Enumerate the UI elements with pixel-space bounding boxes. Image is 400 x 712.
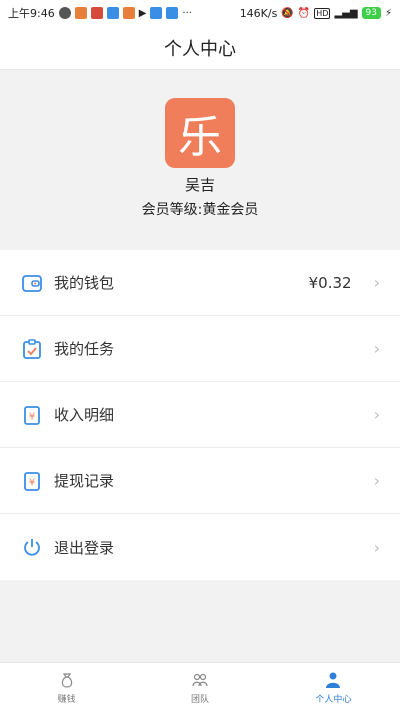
menu-label-wallet: 我的钱包 [54, 274, 115, 292]
status-bar: 上午9:46 ▶ ··· 146K/s 🔕 ⏰ HD ▂▄▆ 93 ⚡ [0, 0, 400, 26]
menu-item-income[interactable]: ¥ 收入明细 › [0, 382, 400, 448]
chevron-right-icon: › [373, 273, 380, 292]
menu-item-wallet[interactable]: 我的钱包 ¥0.32 › [0, 250, 400, 316]
bottom-tab-bar: 赚钱 团队 个人中心 [0, 662, 400, 712]
signal-icon: ▂▄▆ [334, 7, 358, 19]
username: 吴吉 [184, 176, 215, 194]
tab-earn[interactable]: 赚钱 [0, 663, 133, 712]
menu-item-withdrawals[interactable]: ¥ 提现记录 › [0, 448, 400, 514]
menu-item-logout[interactable]: 退出登录 › [0, 514, 400, 580]
battery-icon: 93 [361, 7, 381, 19]
more-dots-icon: ··· [182, 7, 192, 19]
tab-profile[interactable]: 个人中心 [267, 663, 400, 712]
tab-label-earn: 赚钱 [57, 695, 76, 705]
clipboard-check-icon [20, 337, 44, 361]
menu-label-tasks: 我的任务 [54, 340, 115, 358]
avatar[interactable]: 乐 [165, 98, 235, 168]
app-notification-icon [150, 7, 163, 19]
menu-label-income: 收入明细 [54, 406, 115, 424]
svg-text:¥: ¥ [29, 411, 35, 422]
member-level: 会员等级:黄金会员 [141, 202, 259, 218]
person-icon [323, 670, 343, 690]
tab-team[interactable]: 团队 [133, 663, 266, 712]
play-icon: ▶ [138, 7, 147, 19]
power-icon [20, 535, 44, 559]
wallet-icon [20, 271, 44, 295]
app-notification-icon [106, 7, 119, 19]
mute-icon: 🔕 [281, 7, 294, 19]
status-right: 146K/s 🔕 ⏰ HD ▂▄▆ 93 ⚡ [240, 7, 392, 20]
menu-label-withdrawals: 提现记录 [54, 472, 115, 490]
app-notification-icon [90, 7, 103, 19]
chevron-right-icon: › [373, 405, 380, 424]
income-yuan-icon: ¥ [20, 403, 44, 427]
network-speed: 146K/s [239, 6, 278, 20]
withdraw-yuan-icon: ¥ [20, 469, 44, 493]
chevron-right-icon: › [373, 537, 380, 557]
team-icon [190, 670, 210, 690]
chevron-right-icon: › [373, 339, 380, 358]
menu-list: 我的钱包 ¥0.32 › 我的任务 › ¥ 收入明细 › ¥ 提现记录 › 退出… [0, 250, 400, 580]
chevron-right-icon: › [373, 471, 380, 490]
status-time: 上午9:46 [8, 7, 55, 20]
app-notification-icon [122, 7, 135, 19]
wechat-icon [58, 7, 71, 19]
tab-label-profile: 个人中心 [315, 695, 352, 705]
app-notification-icon [74, 7, 87, 19]
charging-icon: ⚡ [384, 7, 392, 19]
alarm-icon: ⏰ [297, 7, 311, 19]
page-title: 个人中心 [164, 38, 236, 60]
wallet-balance: ¥0.32 [308, 273, 352, 292]
menu-label-logout: 退出登录 [54, 538, 115, 557]
svg-text:¥: ¥ [29, 477, 35, 488]
nav-bar: 个人中心 [0, 26, 400, 70]
hd-icon: HD [314, 7, 331, 19]
money-bag-icon [57, 670, 77, 690]
profile-section: 乐 吴吉 会员等级:黄金会员 [0, 70, 400, 250]
status-left: 上午9:46 ▶ ··· [8, 5, 192, 21]
app-notification-icon [166, 7, 179, 19]
tab-label-team: 团队 [190, 695, 209, 705]
menu-item-tasks[interactable]: 我的任务 › [0, 316, 400, 382]
